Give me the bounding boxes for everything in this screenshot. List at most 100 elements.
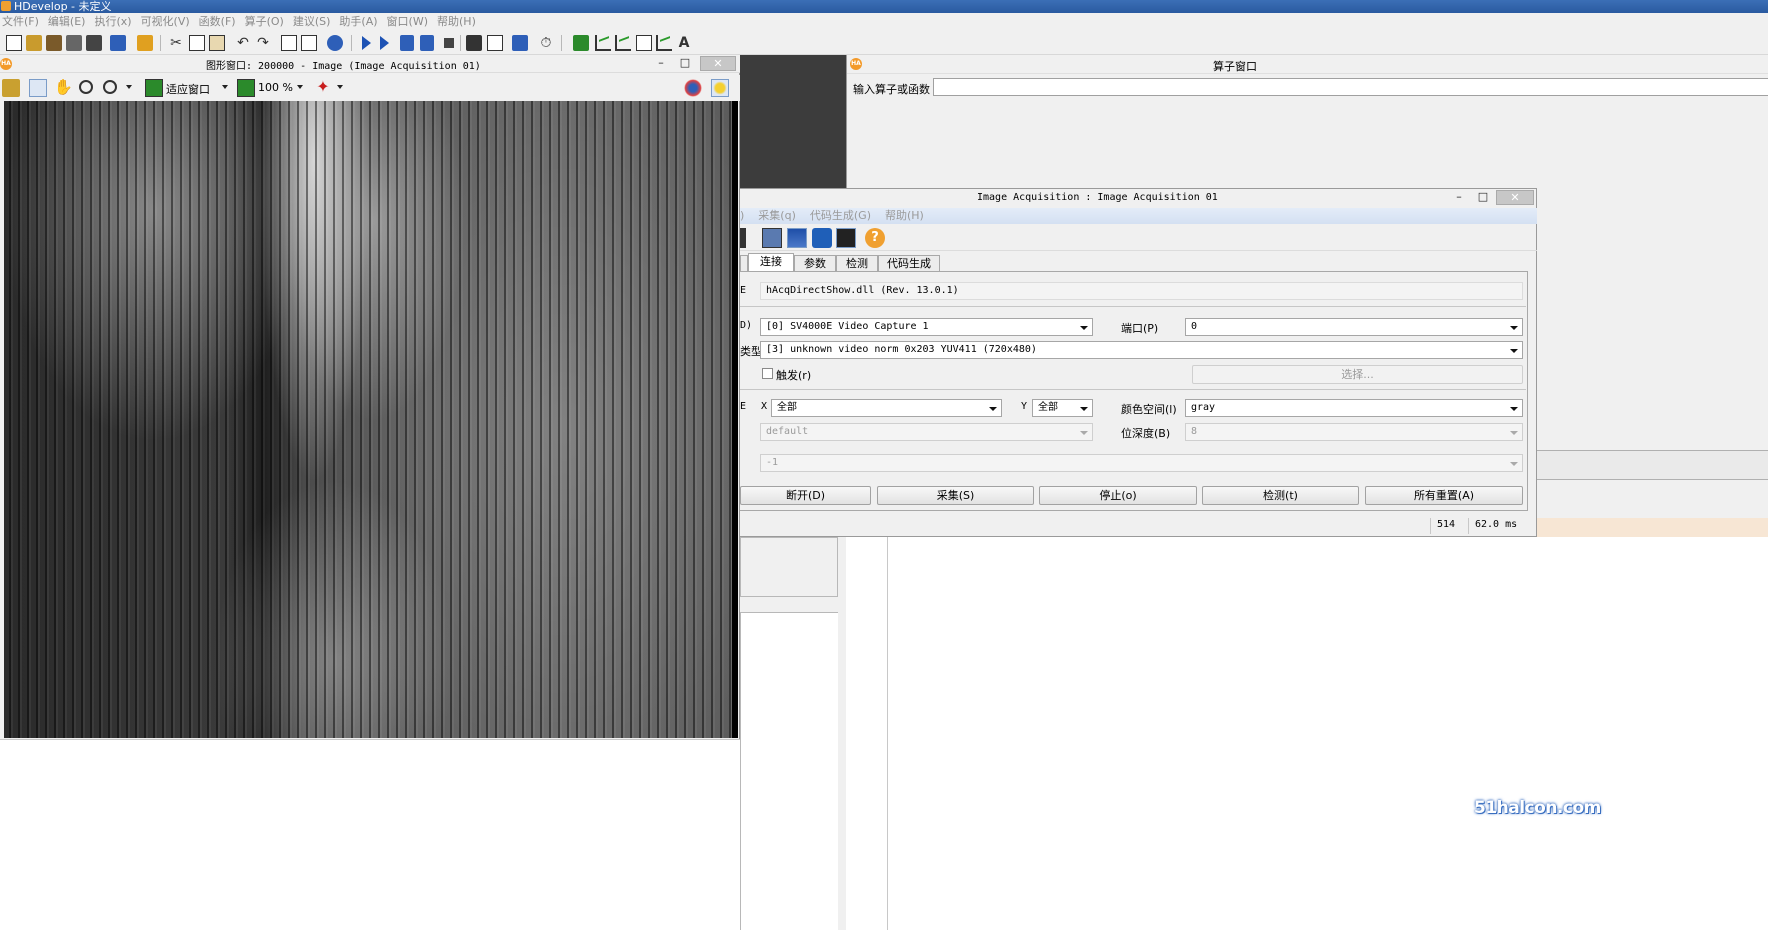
breakpoint-icon[interactable] xyxy=(512,35,528,51)
export-icon[interactable] xyxy=(110,35,126,51)
program-editor-area[interactable] xyxy=(846,537,1768,930)
new-file-icon[interactable] xyxy=(6,35,22,51)
acq-menu-help[interactable]: 帮助(H) xyxy=(881,208,934,224)
minimize-icon[interactable]: – xyxy=(1448,190,1470,205)
chevron-down-icon[interactable] xyxy=(222,85,228,89)
redo-icon[interactable]: ↷ xyxy=(255,35,271,51)
bit-depth-select[interactable]: 8 xyxy=(1185,423,1523,441)
chevron-down-icon[interactable] xyxy=(126,85,132,89)
paint-color-icon[interactable]: ✦ xyxy=(314,79,332,97)
tab-inspection[interactable]: 检测 xyxy=(836,255,878,271)
menu-edit[interactable]: 编辑(E) xyxy=(46,13,93,31)
run-icon[interactable] xyxy=(362,36,371,50)
line-profile-icon[interactable] xyxy=(615,35,631,51)
menu-window[interactable]: 窗口(W) xyxy=(385,13,435,31)
library-icon[interactable] xyxy=(137,35,153,51)
save-icon[interactable] xyxy=(66,35,82,51)
lightbulb-icon[interactable] xyxy=(711,79,729,97)
chevron-down-icon[interactable] xyxy=(297,85,303,89)
ocr-icon[interactable]: A xyxy=(676,35,692,51)
tab-source[interactable] xyxy=(740,255,748,271)
maximize-icon[interactable]: □ xyxy=(674,56,696,71)
toolbar-separator xyxy=(460,35,461,51)
tab-connection[interactable]: 连接 xyxy=(748,253,794,272)
trigger-checkbox[interactable] xyxy=(762,368,773,379)
timer-icon[interactable]: ⏱ xyxy=(538,35,554,51)
paste-icon[interactable] xyxy=(209,35,225,51)
zoom-image-icon[interactable] xyxy=(573,35,589,51)
tracking-icon[interactable] xyxy=(684,79,702,97)
minimize-icon[interactable]: – xyxy=(650,56,672,71)
connect-icon[interactable] xyxy=(787,228,807,248)
open-recent-icon[interactable] xyxy=(46,35,62,51)
close-icon[interactable]: ✕ xyxy=(700,56,736,71)
tab-parameters[interactable]: 参数 xyxy=(794,255,836,271)
y-resolution-select[interactable]: 全部 xyxy=(1032,399,1093,417)
acq-menu-acquire[interactable]: 采集(q) xyxy=(754,208,806,224)
zoom-in-icon[interactable] xyxy=(103,80,117,94)
acq-menu-code-generation[interactable]: 代码生成(G) xyxy=(806,208,881,224)
menu-assistants[interactable]: 助手(A) xyxy=(337,13,384,31)
magnifier-icon[interactable] xyxy=(79,80,93,94)
step-out-icon[interactable] xyxy=(420,35,434,51)
main-toolbar: ✂ ↶ ↷ ⏱ A xyxy=(0,31,1768,55)
detect-button[interactable]: 检测(t) xyxy=(1202,486,1359,505)
reset-all-button[interactable]: 所有重置(A) xyxy=(1365,486,1523,505)
menu-execute[interactable]: 执行(x) xyxy=(92,13,138,31)
step-over-icon[interactable] xyxy=(400,35,414,51)
snap-button[interactable]: 采集(S) xyxy=(877,486,1034,505)
close-icon[interactable]: ✕ xyxy=(1496,190,1534,205)
bit-depth-label: 位深度(B) xyxy=(1121,427,1171,440)
gray-histogram-icon[interactable] xyxy=(595,35,611,51)
save-icon[interactable] xyxy=(740,228,746,248)
disconnect-button[interactable]: 断开(D) xyxy=(740,486,871,505)
snap-camera-icon[interactable] xyxy=(812,228,832,248)
load-parameters-icon[interactable] xyxy=(762,228,782,248)
feature-inspection-icon[interactable] xyxy=(636,35,652,51)
menu-suggestions[interactable]: 建议(S) xyxy=(291,13,338,31)
field-select[interactable]: default xyxy=(760,423,1093,441)
chevron-down-icon[interactable] xyxy=(337,85,343,89)
select-button[interactable]: 选择... xyxy=(1192,365,1523,384)
acquired-image[interactable] xyxy=(4,101,738,738)
acq-menu-file[interactable]: ) xyxy=(740,208,754,224)
menu-file[interactable]: 文件(F) xyxy=(0,13,46,31)
maximize-icon[interactable]: □ xyxy=(1472,190,1494,205)
zoom-factor-icon[interactable] xyxy=(237,79,255,97)
fit-window-icon[interactable] xyxy=(145,79,163,97)
hand-pan-icon[interactable]: ✋ xyxy=(54,79,73,97)
pointer-icon[interactable] xyxy=(29,79,47,97)
operator-input[interactable] xyxy=(933,78,1768,96)
device-select[interactable]: [0] SV4000E Video Capture 1 xyxy=(760,318,1093,336)
fit-window-label[interactable]: 适应窗口 xyxy=(166,81,210,97)
live-video-icon[interactable] xyxy=(836,228,856,248)
stop-button[interactable]: 停止(o) xyxy=(1039,486,1197,505)
menu-functions[interactable]: 函数(F) xyxy=(197,13,243,31)
find-icon[interactable] xyxy=(327,35,343,51)
step-into-icon[interactable] xyxy=(380,36,389,50)
help-icon[interactable]: ? xyxy=(865,228,885,248)
color-space-select[interactable]: gray xyxy=(1185,399,1523,417)
edit-icon[interactable] xyxy=(2,79,20,97)
menu-help[interactable]: 帮助(H) xyxy=(435,13,483,31)
reset-program-icon[interactable] xyxy=(466,35,482,51)
zoom-level-label[interactable]: 100 % xyxy=(258,81,293,94)
port-select[interactable]: 0 xyxy=(1185,318,1523,336)
camera-type-select[interactable]: [3] unknown video norm 0x203 YUV411 (720… xyxy=(760,341,1523,359)
tab-code-generation[interactable]: 代码生成 xyxy=(878,255,940,271)
insert-line-icon[interactable] xyxy=(281,35,297,51)
x-resolution-select[interactable]: 全部 xyxy=(771,399,1002,417)
reset-icon[interactable] xyxy=(487,35,503,51)
print-icon[interactable] xyxy=(86,35,102,51)
line-in-select[interactable]: -1 xyxy=(760,454,1523,472)
copy-icon[interactable] xyxy=(189,35,205,51)
open-file-icon[interactable] xyxy=(26,35,42,51)
menu-operators[interactable]: 算子(O) xyxy=(243,13,291,31)
comment-icon[interactable] xyxy=(301,35,317,51)
undo-icon[interactable]: ↶ xyxy=(235,35,251,51)
plot-icon[interactable] xyxy=(656,35,672,51)
cut-icon[interactable]: ✂ xyxy=(168,35,184,51)
program-window-area[interactable] xyxy=(0,739,838,930)
menu-visualize[interactable]: 可视化(V) xyxy=(139,13,197,31)
stop-icon[interactable] xyxy=(444,38,454,48)
